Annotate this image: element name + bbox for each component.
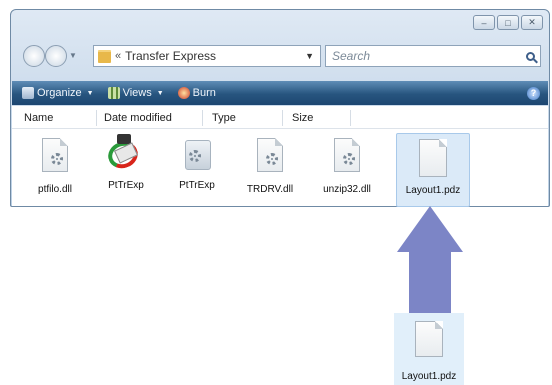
burn-icon [177,87,190,99]
burn-button[interactable]: Burn [177,87,216,99]
address-dropdown-icon[interactable]: ▼ [305,51,314,61]
file-item-pttrexp-app[interactable]: PtTrExp [95,134,157,191]
dll-gear-icon [250,138,290,180]
dragged-file-layout1-pdz[interactable]: Layout1.pdz [394,313,464,385]
folder-icon [98,49,111,63]
file-item-layout1-pdz[interactable]: Layout1.pdz [396,133,470,207]
breadcrumb-overflow[interactable]: « [115,50,121,62]
file-name: TRDRV.dll [246,184,294,195]
dragged-file-name: Layout1.pdz [401,371,457,382]
forward-button[interactable] [45,45,67,67]
address-bar[interactable]: « Transfer Express ▼ [93,45,321,67]
file-item-ptfilo[interactable]: ptfilo.dll [24,134,86,195]
organize-icon [22,87,34,99]
column-divider[interactable] [202,110,203,126]
transfer-express-config-icon [177,134,217,176]
file-item-pttrexp-config[interactable]: PtTrExp [166,134,228,191]
chevron-down-icon: ▼ [86,89,94,97]
search-input[interactable]: Search [325,45,541,67]
search-placeholder: Search [332,49,371,63]
file-item-trdrv[interactable]: TRDRV.dll [239,134,301,195]
recent-pages-dropdown-icon[interactable]: ▼ [69,51,77,60]
back-button[interactable] [23,45,45,67]
minimize-button[interactable]: – [473,15,495,30]
close-button[interactable]: ✕ [521,15,543,30]
file-name: ptfilo.dll [38,184,72,195]
burn-label: Burn [192,87,216,99]
organize-label: Organize [37,87,82,99]
column-headers: Name Date modified Type Size [12,108,548,129]
up-arrow-shaft [409,250,451,313]
maximize-button[interactable]: □ [497,15,519,30]
column-header-date-modified[interactable]: Date modified [104,112,172,124]
column-header-name[interactable]: Name [24,112,53,124]
command-toolbar: Organize ▼ Views ▼ Burn ? [12,81,548,105]
dll-gear-icon [35,138,75,180]
chevron-down-icon: ▼ [156,89,164,97]
file-name: PtTrExp [108,180,144,191]
file-name: PtTrExp [179,180,215,191]
column-divider[interactable] [350,110,351,126]
search-icon[interactable] [526,51,535,61]
file-list: Name Date modified Type Size ptfilo.dll … [12,106,548,207]
document-icon [415,321,443,357]
views-icon [107,87,120,99]
document-icon [413,139,453,181]
column-header-type[interactable]: Type [212,112,236,124]
views-label: Views [122,87,152,99]
transfer-express-app-icon [104,134,146,176]
navigation-bar: ▼ « Transfer Express ▼ ⇆ Search [19,43,541,69]
file-name: unzip32.dll [323,184,371,195]
column-divider[interactable] [96,110,97,126]
organize-button[interactable]: Organize ▼ [22,87,94,99]
file-name: Layout1.pdz [405,185,461,196]
column-header-size[interactable]: Size [292,112,313,124]
file-item-unzip32[interactable]: unzip32.dll [316,134,378,195]
dll-gear-icon [327,138,367,180]
column-divider[interactable] [282,110,283,126]
window-controls: – □ ✕ [473,15,543,30]
up-arrow-head [397,206,463,252]
views-button[interactable]: Views ▼ [107,87,164,99]
explorer-window: – □ ✕ ▼ « Transfer Express ▼ ⇆ Search Or… [10,9,550,207]
help-icon[interactable]: ? [527,86,540,100]
breadcrumb-transfer-express[interactable]: Transfer Express [125,49,216,63]
